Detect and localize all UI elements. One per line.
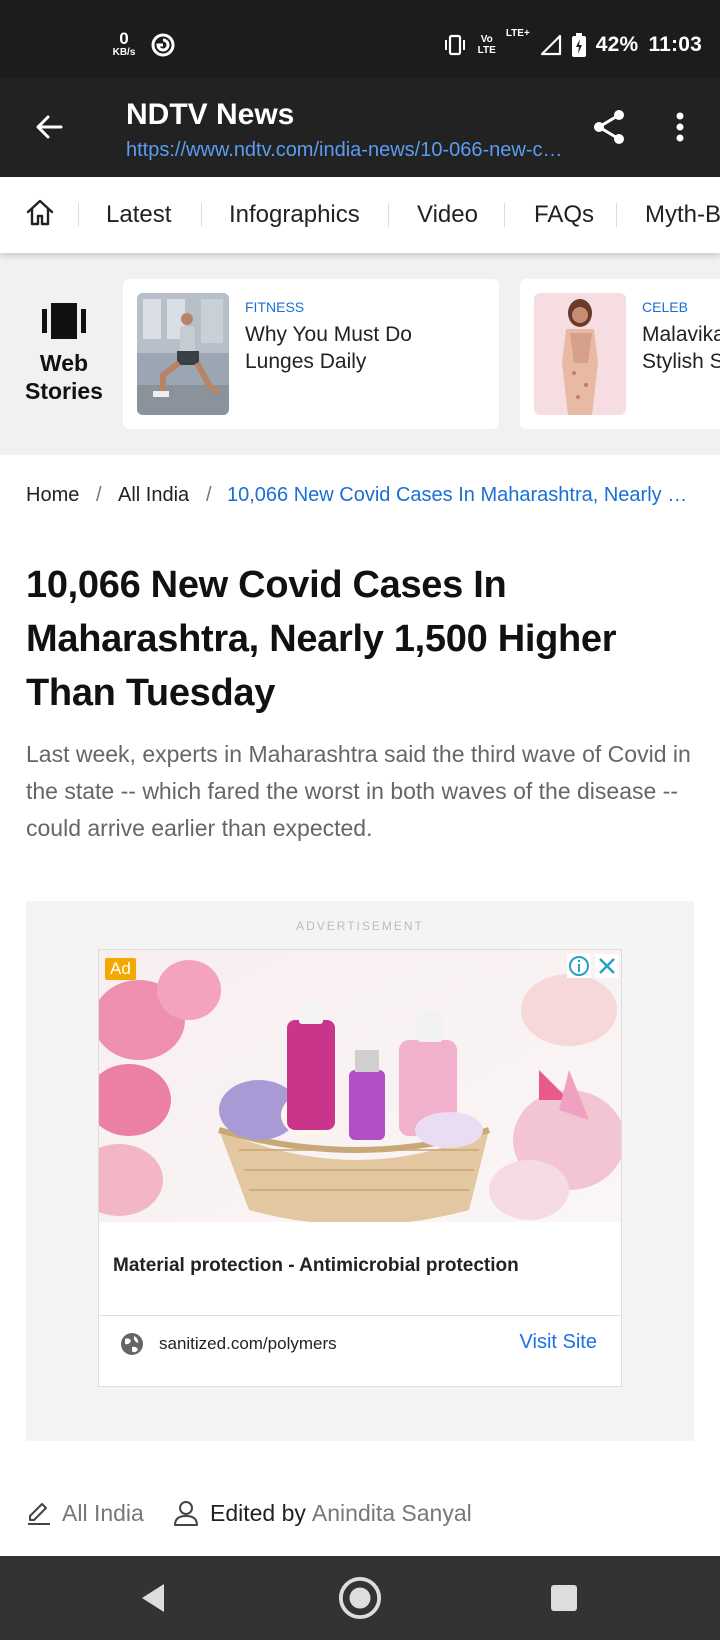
person-icon	[174, 1501, 198, 1526]
network-speed-unit: KB/s	[112, 47, 136, 58]
story-card[interactable]: CELEB Malavika Stylish S	[520, 279, 720, 429]
section-nav: Latest Infographics Video FAQs Myth-B	[0, 177, 720, 253]
more-vertical-icon	[676, 112, 684, 142]
square-recents-icon	[551, 1585, 577, 1611]
tab-infographics[interactable]: Infographics	[229, 177, 360, 253]
ad-badge: Ad	[105, 958, 136, 980]
article-summary: Last week, experts in Maharashtra said t…	[26, 741, 691, 841]
share-button[interactable]	[586, 104, 632, 150]
story-category: FITNESS	[245, 299, 305, 315]
breadcrumb: Home / All India / 10,066 New Covid Case…	[26, 484, 696, 514]
signal-icon	[540, 34, 561, 56]
nav-separator	[388, 203, 389, 227]
breadcrumb-section[interactable]: All India	[118, 484, 189, 507]
tab-video[interactable]: Video	[417, 177, 478, 253]
ad-close-button[interactable]	[595, 954, 619, 978]
status-icons: Vo LTE LTE+ 42% 11:03	[442, 28, 702, 62]
story-card[interactable]: FITNESS Why You Must Do Lunges Daily	[123, 279, 499, 429]
clock: 11:03	[648, 33, 702, 56]
volte-indicator: Vo LTE	[478, 34, 496, 56]
battery-percent: 42%	[595, 33, 639, 56]
editor-name[interactable]: Anindita Sanyal	[312, 1500, 472, 1527]
breadcrumb-current: 10,066 New Covid Cases In Maharashtra, N…	[227, 484, 689, 506]
back-button[interactable]	[26, 104, 72, 150]
network-speed-value: 0	[119, 29, 129, 48]
tab-faqs[interactable]: FAQs	[534, 177, 594, 253]
advertisement-label: ADVERTISEMENT	[296, 919, 424, 933]
breadcrumb-home[interactable]: Home	[26, 484, 79, 507]
home-icon[interactable]	[24, 197, 56, 229]
pencil-icon	[28, 1503, 50, 1525]
edited-by-prefix: Edited by	[210, 1499, 306, 1526]
advertisement-container: ADVERTISEMENT Ad Material protection - A…	[26, 901, 694, 1441]
lunges-photo	[137, 293, 229, 415]
ad-divider	[99, 1315, 621, 1316]
story-title: Why You Must Do Lunges Daily	[245, 323, 412, 373]
notification-swirl-icon	[151, 33, 175, 57]
ad-card[interactable]: Ad Material protection - Antimicrobial p…	[98, 949, 622, 1387]
vibrate-icon	[444, 34, 465, 56]
article-category[interactable]: All India	[26, 1497, 144, 1529]
triangle-back-icon	[142, 1584, 164, 1612]
nav-separator	[78, 203, 79, 227]
tab-latest[interactable]: Latest	[106, 177, 171, 253]
celebrity-photo	[534, 293, 626, 415]
breadcrumb-separator: /	[96, 484, 102, 506]
story-title: Malavika Stylish S	[642, 323, 720, 373]
web-stories-strip: Web Stories FITNESS Why You Must Do Lung…	[0, 253, 720, 455]
status-bar: 0 KB/s Vo LTE LTE+ 42% 11:03	[0, 0, 720, 78]
ad-image[interactable]	[99, 950, 621, 1222]
system-home-button[interactable]	[338, 1576, 382, 1620]
breadcrumb-separator: /	[206, 484, 212, 506]
web-stories-label[interactable]: Web Stories	[18, 303, 110, 405]
system-recents-button[interactable]	[542, 1576, 586, 1620]
app-title: NDTV News	[126, 98, 295, 131]
web-stories-line1: Web	[39, 350, 89, 376]
close-icon	[599, 958, 615, 974]
ad-info-button[interactable]	[567, 954, 591, 978]
volte-top-text: Vo	[480, 34, 493, 45]
tab-myth-busters[interactable]: Myth-B	[645, 177, 720, 253]
system-back-button[interactable]	[131, 1576, 175, 1620]
system-navigation-bar	[0, 1556, 720, 1640]
overflow-menu-button[interactable]	[660, 104, 700, 150]
nav-separator	[201, 203, 202, 227]
volte-bottom-text: LTE	[477, 45, 496, 56]
visit-site-button[interactable]: Visit Site	[520, 1331, 597, 1354]
web-stories-line2: Stories	[25, 378, 103, 404]
app-bar: NDTV News https://www.ndtv.com/india-new…	[0, 78, 720, 177]
ad-domain: sanitized.com/polymers	[159, 1334, 337, 1353]
article-category-label: All India	[62, 1499, 144, 1526]
story-thumbnail	[534, 293, 626, 415]
ad-headline[interactable]: Material protection - Antimicrobial prot…	[113, 1255, 519, 1277]
arrow-left-icon	[36, 115, 63, 139]
battery-charging-icon	[571, 33, 586, 57]
page-url[interactable]: https://www.ndtv.com/india-news/10-066-n…	[126, 139, 566, 162]
lte-indicator: LTE+	[505, 28, 530, 39]
share-icon	[594, 110, 624, 144]
circle-home-icon	[338, 1576, 382, 1620]
article-headline: 10,066 New Covid Cases In Maharashtra, N…	[26, 564, 617, 714]
cosmetics-basket-photo	[99, 950, 621, 1222]
nav-separator	[504, 203, 505, 227]
stories-icon	[42, 303, 86, 339]
info-icon	[569, 956, 589, 976]
article-editor[interactable]: Edited by Anindita Sanyal	[172, 1497, 472, 1529]
story-thumbnail	[137, 293, 229, 415]
globe-icon	[121, 1333, 143, 1355]
story-category: CELEB	[642, 299, 688, 315]
network-speed: 0 KB/s	[110, 30, 138, 58]
nav-separator	[616, 203, 617, 227]
